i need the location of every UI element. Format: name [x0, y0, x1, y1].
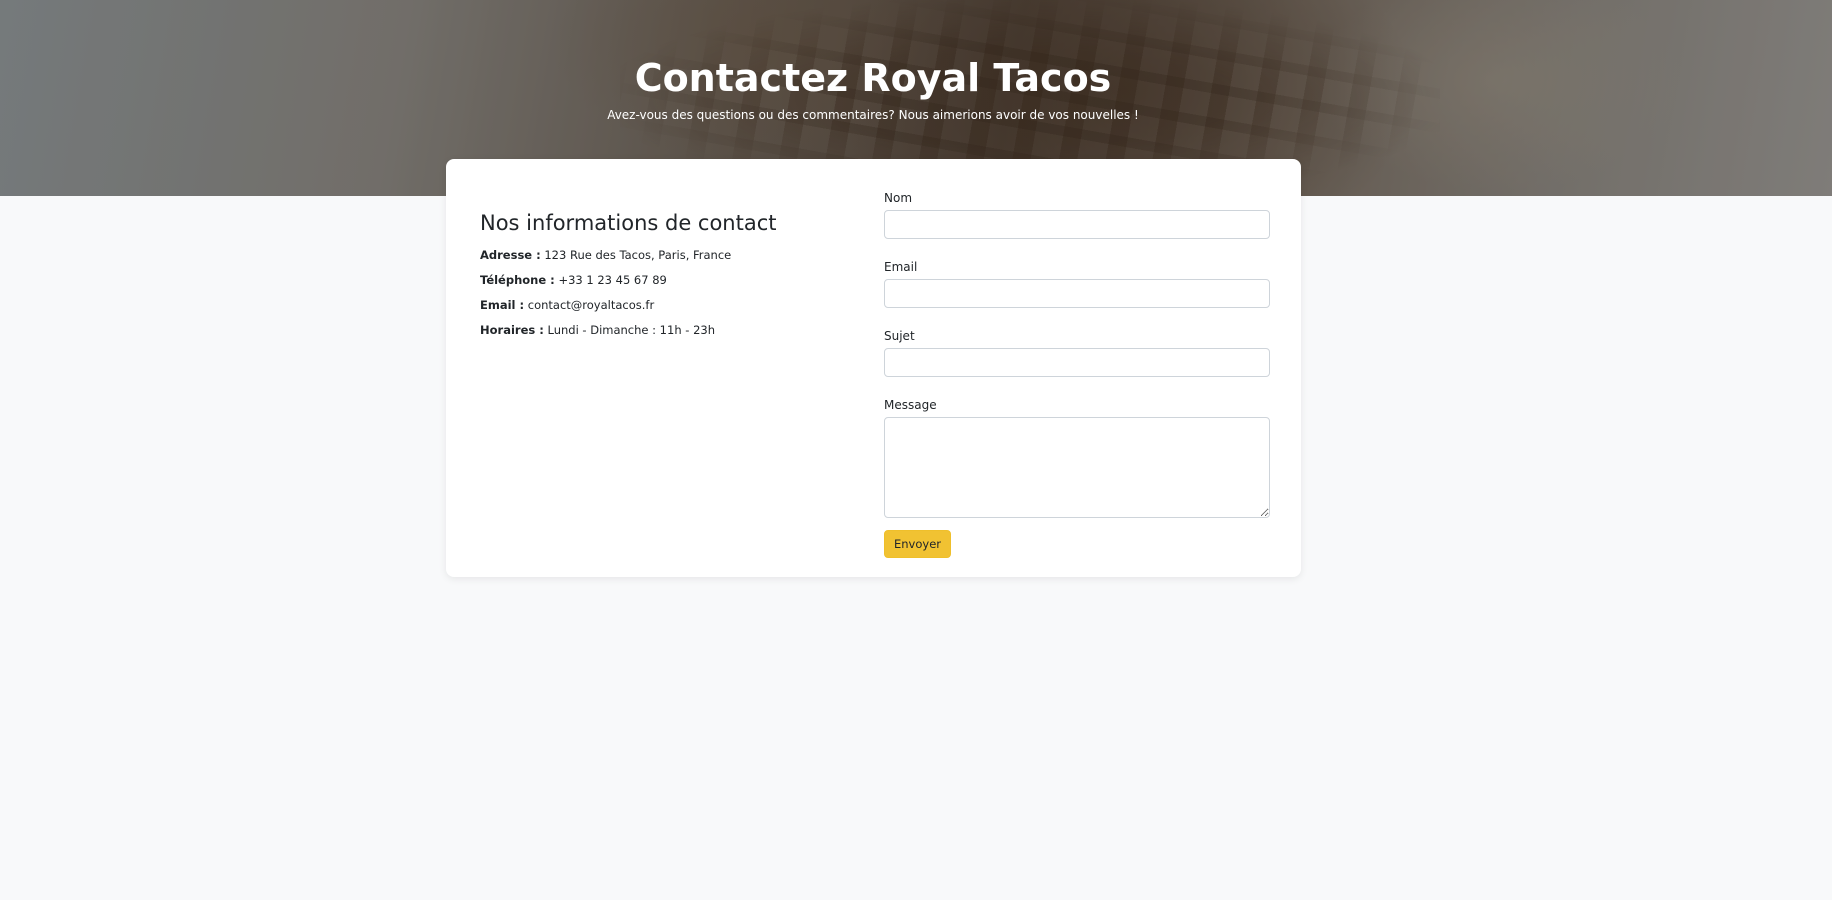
subject-input[interactable]: [884, 348, 1270, 377]
contact-email-value: contact@royaltacos.fr: [527, 298, 655, 312]
contact-email-label: Email :: [480, 298, 525, 312]
name-label: Nom: [884, 191, 913, 205]
contact-info-section: Nos informations de contact Adresse : 12…: [480, 211, 860, 343]
contact-form: Nom Email Sujet Message Envoyer: [884, 191, 1272, 558]
contact-address: Adresse : 123 Rue des Tacos, Paris, Fran…: [480, 243, 860, 268]
page-subtitle: Avez-vous des questions ou des commentai…: [607, 108, 1139, 122]
contact-address-value: 123 Rue des Tacos, Paris, France: [544, 248, 732, 262]
email-label: Email: [884, 260, 918, 274]
contact-phone: Téléphone : +33 1 23 45 67 89: [480, 268, 860, 293]
contact-hours: Horaires : Lundi - Dimanche : 11h - 23h: [480, 318, 860, 343]
contact-email: Email : contact@royaltacos.fr: [480, 293, 860, 318]
name-input[interactable]: [884, 210, 1270, 239]
contact-hours-value: Lundi - Dimanche : 11h - 23h: [547, 323, 715, 337]
contact-address-label: Adresse :: [480, 248, 541, 262]
contact-hours-label: Horaires :: [480, 323, 544, 337]
contact-info-heading: Nos informations de contact: [480, 211, 777, 235]
submit-button[interactable]: Envoyer: [884, 530, 952, 558]
contact-phone-label: Téléphone :: [480, 273, 555, 287]
contact-phone-value: +33 1 23 45 67 89: [558, 273, 667, 287]
contact-card: Nos informations de contact Adresse : 12…: [446, 159, 1301, 577]
page-title: Contactez Royal Tacos: [634, 56, 1112, 100]
email-input[interactable]: [884, 279, 1270, 308]
message-textarea[interactable]: [884, 417, 1270, 518]
subject-label: Sujet: [884, 329, 915, 343]
message-label: Message: [884, 398, 937, 412]
